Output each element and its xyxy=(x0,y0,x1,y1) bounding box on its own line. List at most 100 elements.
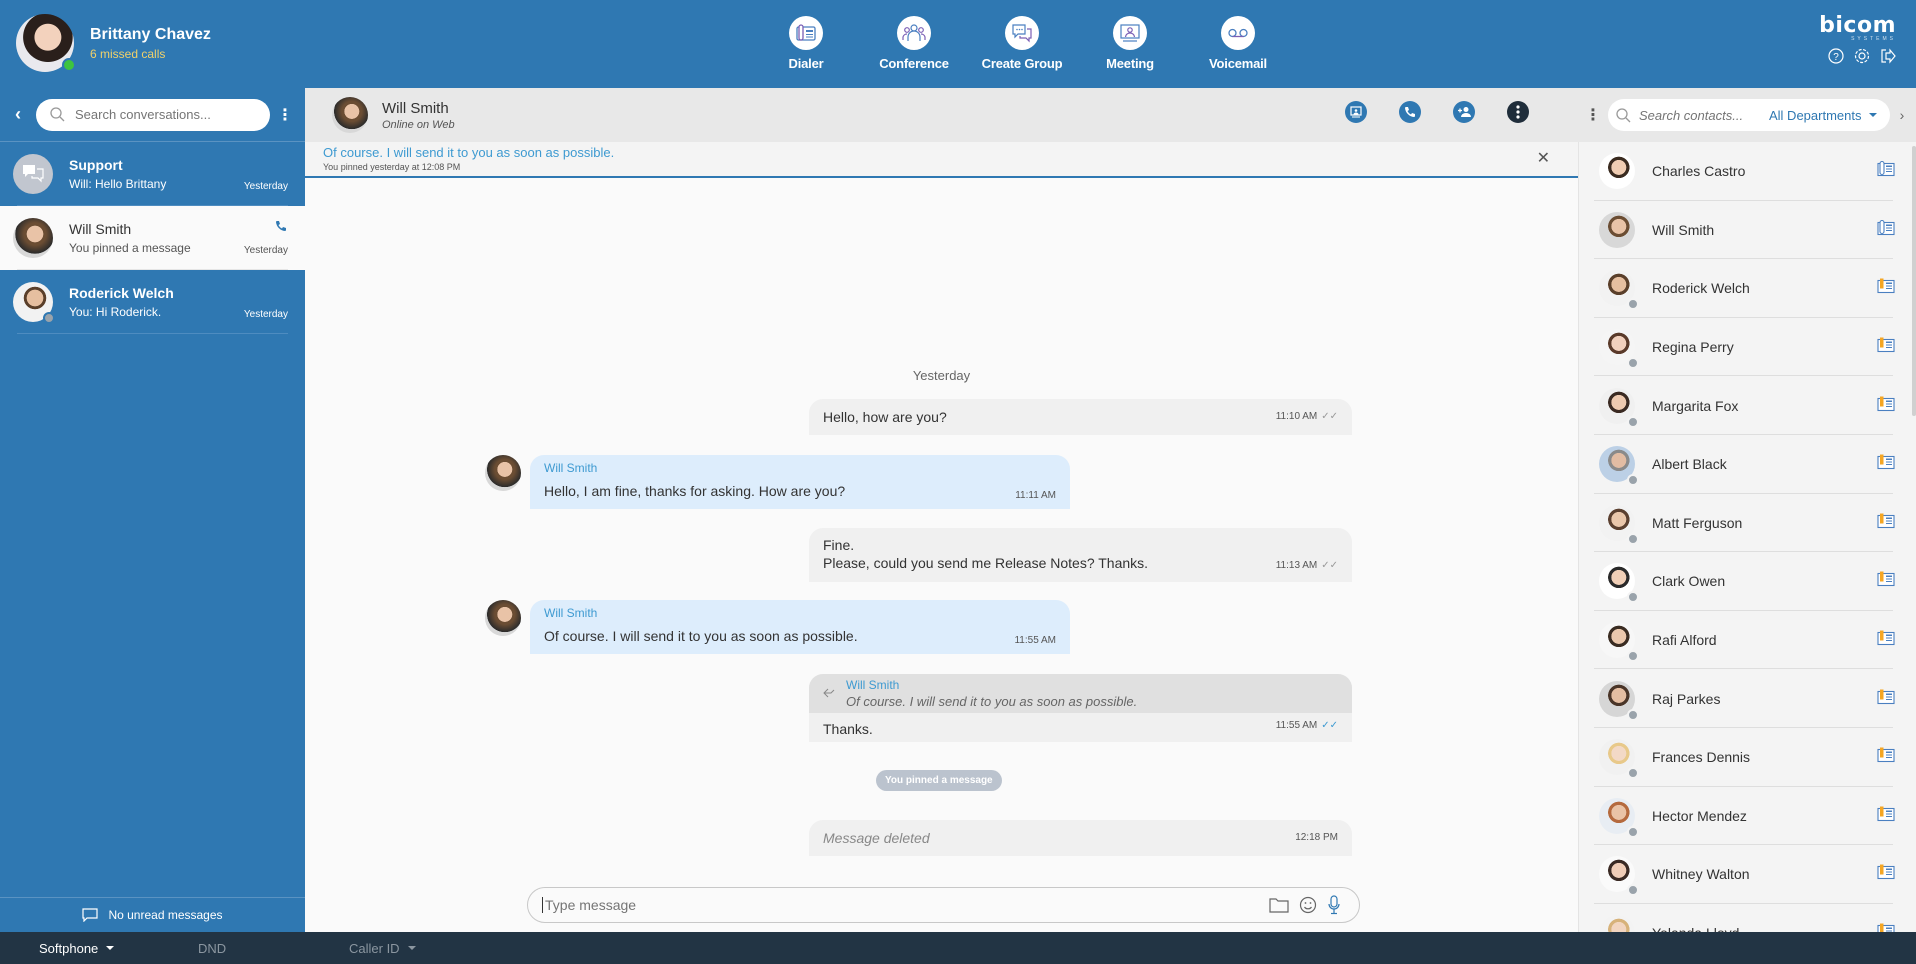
screen-share-icon[interactable] xyxy=(1345,101,1367,123)
more-icon[interactable] xyxy=(1507,101,1529,123)
contacts-more-icon[interactable]: ⋮ xyxy=(1578,105,1608,125)
contact-item[interactable]: Roderick Welch xyxy=(1579,259,1916,318)
unread-status: No unread messages xyxy=(0,897,305,932)
contact-item[interactable]: Rafi Alford xyxy=(1579,611,1916,670)
caret-down-icon xyxy=(1869,113,1878,117)
message-incoming[interactable]: Will Smith Hello, I am fine, thanks for … xyxy=(530,455,1070,509)
current-user[interactable]: Brittany Chavez 6 missed calls xyxy=(16,14,211,72)
contact-name: Clark Owen xyxy=(1652,573,1726,590)
read-receipt-icon: ✓✓ xyxy=(1321,720,1338,731)
missed-calls[interactable]: 6 missed calls xyxy=(90,47,211,61)
conversation-item-will-smith[interactable]: Will Smith You pinned a message Yesterda… xyxy=(0,206,305,270)
close-icon[interactable]: ✕ xyxy=(1537,148,1550,168)
message-deleted[interactable]: Message deleted 12:18 PM xyxy=(809,820,1352,856)
pinned-text: Of course. I will send it to you as soon… xyxy=(323,145,615,160)
offline-status-dot xyxy=(1627,650,1639,663)
offline-status-dot xyxy=(1627,474,1639,487)
dnd-toggle[interactable]: DND xyxy=(198,941,226,956)
contact-item[interactable]: Albert Black xyxy=(1579,435,1916,494)
sender-avatar[interactable] xyxy=(485,600,521,636)
avatar xyxy=(1599,856,1639,897)
emoji-icon[interactable] xyxy=(1299,896,1317,914)
department-dropdown[interactable]: All Departments xyxy=(1769,108,1878,123)
message-composer[interactable] xyxy=(527,887,1360,923)
sidebar-more-icon[interactable]: ⋮ xyxy=(270,105,300,125)
nav-voicemail[interactable]: Voicemail xyxy=(1184,16,1292,71)
message-incoming[interactable]: Will Smith Of course. I will send it to … xyxy=(530,600,1070,654)
brand-logo: bicom xyxy=(1819,13,1896,38)
conversation-search-input[interactable] xyxy=(75,107,255,122)
nav-create-group[interactable]: Create Group xyxy=(968,16,1076,71)
offline-status-dot xyxy=(1627,415,1639,428)
contact-item[interactable]: Matt Ferguson xyxy=(1579,494,1916,553)
desk-phone-icon[interactable] xyxy=(1877,161,1895,182)
help-icon[interactable]: ? xyxy=(1828,48,1844,64)
attach-file-icon[interactable] xyxy=(1269,897,1289,913)
nav-conference[interactable]: Conference xyxy=(860,16,968,71)
desk-phone-icon[interactable] xyxy=(1877,395,1895,416)
contact-search[interactable]: All Departments xyxy=(1608,99,1890,131)
status-bar: Softphone DND Caller ID xyxy=(0,932,1916,964)
contact-item[interactable]: Will Smith xyxy=(1579,201,1916,260)
contact-name: Raj Parkes xyxy=(1652,690,1721,707)
desk-phone-icon[interactable] xyxy=(1877,337,1895,358)
contact-item[interactable]: Raj Parkes xyxy=(1579,669,1916,728)
logout-icon[interactable] xyxy=(1880,48,1896,64)
settings-icon[interactable] xyxy=(1854,48,1870,64)
contact-item[interactable]: Hector Mendez xyxy=(1579,787,1916,846)
microphone-icon[interactable] xyxy=(1327,895,1341,915)
avatar xyxy=(13,282,55,324)
desk-phone-icon[interactable] xyxy=(1877,571,1895,592)
message-outgoing-reply[interactable]: Will Smith Of course. I will send it to … xyxy=(809,674,1352,742)
pinned-message-banner[interactable]: Of course. I will send it to you as soon… xyxy=(305,142,1578,178)
desk-phone-icon[interactable] xyxy=(1877,454,1895,475)
avatar xyxy=(1599,387,1639,428)
chat-bubbles-icon xyxy=(1005,16,1039,50)
contacts-header: ⋮ All Departments › xyxy=(1578,88,1916,142)
reply-quote[interactable]: Will Smith Of course. I will send it to … xyxy=(809,674,1352,713)
nav-dialer[interactable]: Dialer xyxy=(752,16,860,71)
contact-item[interactable]: Margarita Fox xyxy=(1579,376,1916,435)
chat-bubbles-icon xyxy=(23,165,44,183)
avatar xyxy=(1599,153,1635,190)
desk-phone-icon[interactable] xyxy=(1877,512,1895,533)
chat-name: Will Smith xyxy=(382,99,449,117)
contact-search-input[interactable] xyxy=(1639,107,1769,123)
user-name: Brittany Chavez xyxy=(90,25,211,43)
contact-item[interactable]: Charles Castro xyxy=(1579,142,1916,201)
conversation-item-roderick-welch[interactable]: Roderick Welch You: Hi Roderick. Yesterd… xyxy=(0,270,305,334)
desk-phone-icon[interactable] xyxy=(1877,688,1895,709)
desk-phone-icon[interactable] xyxy=(1877,923,1895,932)
caller-id-dropdown[interactable]: Caller ID xyxy=(349,941,416,956)
contact-name: Rafi Alford xyxy=(1652,632,1717,649)
user-avatar[interactable] xyxy=(16,14,76,72)
chat-avatar[interactable] xyxy=(332,97,368,133)
contact-item[interactable]: Whitney Walton xyxy=(1579,845,1916,904)
reply-icon xyxy=(823,688,835,701)
contact-item[interactable]: Frances Dennis xyxy=(1579,728,1916,787)
phone-icon xyxy=(275,220,287,235)
softphone-dropdown[interactable]: Softphone xyxy=(39,941,115,956)
message-outgoing[interactable]: Hello, how are you? 11:10 AM ✓✓ xyxy=(809,399,1352,435)
collapse-sidebar-button[interactable]: ‹ xyxy=(0,104,36,125)
message-time: 12:18 PM xyxy=(1295,832,1338,843)
conversation-item-support[interactable]: Support Will: Hello Brittany Yesterday xyxy=(0,142,305,206)
desk-phone-icon xyxy=(789,16,823,50)
contact-item[interactable]: Regina Perry xyxy=(1579,318,1916,377)
desk-phone-icon[interactable] xyxy=(1877,278,1895,299)
desk-phone-icon[interactable] xyxy=(1877,805,1895,826)
desk-phone-icon[interactable] xyxy=(1877,219,1895,240)
conversation-search[interactable] xyxy=(36,98,270,131)
message-input[interactable] xyxy=(542,897,1269,913)
chevron-right-icon[interactable]: › xyxy=(1890,107,1914,123)
message-outgoing[interactable]: Fine. Please, could you send me Release … xyxy=(809,528,1352,582)
desk-phone-icon[interactable] xyxy=(1877,864,1895,885)
contact-item[interactable]: Clark Owen xyxy=(1579,552,1916,611)
add-participant-icon[interactable] xyxy=(1453,101,1475,123)
desk-phone-icon[interactable] xyxy=(1877,630,1895,651)
phone-icon[interactable] xyxy=(1399,101,1421,123)
contact-item[interactable]: Yolanda Lloyd xyxy=(1579,904,1916,932)
sender-avatar[interactable] xyxy=(485,455,521,491)
desk-phone-icon[interactable] xyxy=(1877,747,1895,768)
nav-meeting[interactable]: Meeting xyxy=(1076,16,1184,71)
